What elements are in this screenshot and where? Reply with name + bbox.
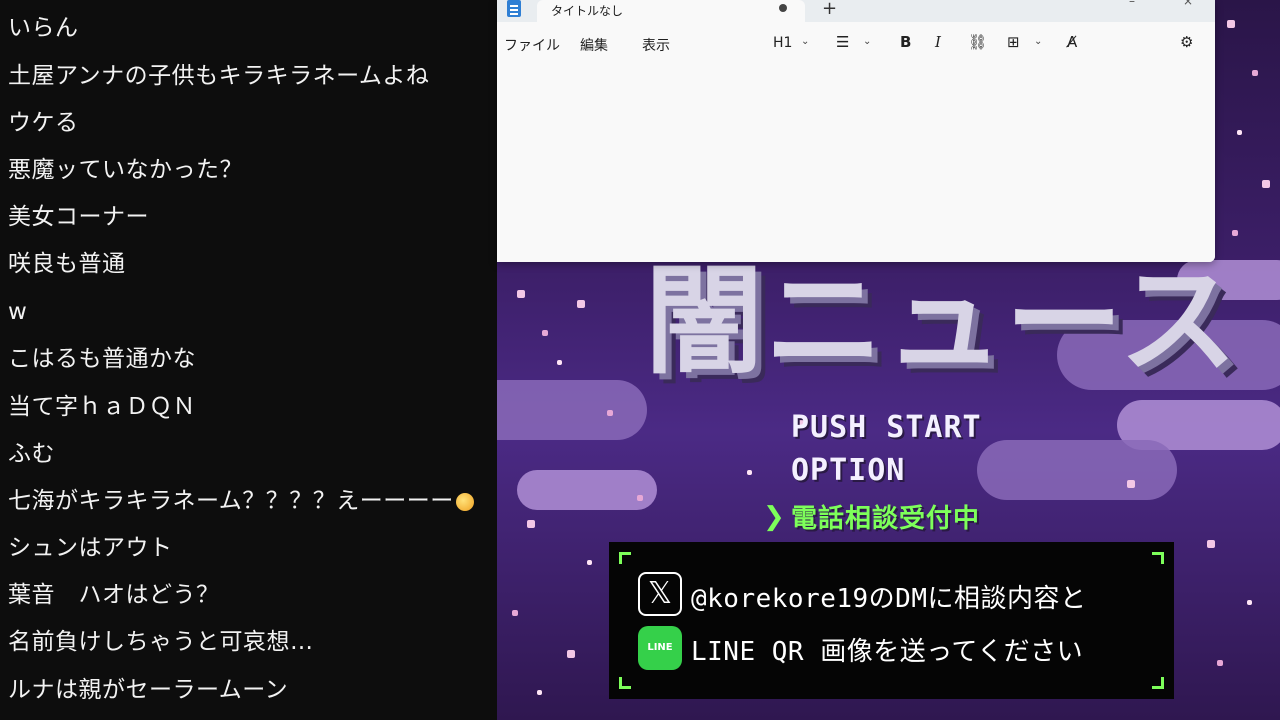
contact-info-box: 𝕏 @korekore19のDMに相談内容と LINE LINE QR 画像を送… (609, 542, 1174, 699)
blossom (607, 410, 613, 416)
text-editor-area[interactable] (497, 62, 1215, 262)
menu-phone-consultation[interactable]: 電話相談受付中 (791, 498, 980, 535)
notepad-window: タイトルなし + – × ファイル 編集 表示 H1 ⌄ ☰ ⌄ B I ⛓ ⊞… (497, 0, 1215, 262)
chat-message-text: 七海がキラキラネーム？？？？えーーーー (8, 488, 454, 514)
blossom (1262, 180, 1270, 188)
menu-option[interactable]: OPTION (791, 453, 905, 488)
blossom (512, 610, 518, 616)
cloud (517, 470, 657, 510)
link-icon[interactable]: ⛓ (968, 33, 987, 51)
blossom (517, 290, 525, 298)
game-title-logo: 闇ニュース (645, 252, 1240, 390)
chat-message: 咲良も普通 (8, 251, 126, 277)
menu-bar: ファイル 編集 表示 H1 ⌄ ☰ ⌄ B I ⛓ ⊞ ⌄ A̸ ⚙ (497, 28, 1215, 60)
chat-message: ルナは親がセーラームーン (8, 677, 289, 703)
chat-message: 土屋アンナの子供もキラキラネームよね (8, 63, 430, 89)
frame-corner (1152, 552, 1164, 564)
chat-message: 悪魔ッていなかった？ (8, 157, 243, 183)
minimize-button[interactable]: – (1129, 0, 1135, 8)
menu-push-start[interactable]: PUSH START (791, 410, 982, 445)
tab-untitled[interactable]: タイトルなし (537, 0, 805, 22)
heading-dropdown[interactable]: H1 (773, 35, 792, 51)
blossom (542, 330, 548, 336)
chat-message: シュンはアウト (8, 535, 173, 561)
blossom (557, 360, 562, 365)
chat-message: w (8, 299, 28, 325)
blossom (1217, 660, 1223, 666)
blossom (587, 560, 592, 565)
blossom (1207, 540, 1215, 548)
blossom (527, 520, 535, 528)
list-icon[interactable]: ☰ (836, 33, 849, 51)
x-logo-icon: 𝕏 (638, 572, 682, 616)
clear-format-icon[interactable]: A̸ (1067, 33, 1077, 51)
settings-gear-icon[interactable]: ⚙ (1180, 33, 1193, 51)
frame-corner (619, 552, 631, 564)
chat-message: 名前負けしちゃうと可哀想… (8, 629, 314, 655)
tab-title: タイトルなし (551, 4, 624, 18)
contact-line-x: @korekore19のDMに相談内容と (691, 584, 1087, 614)
chat-message: ウケる (8, 110, 79, 136)
selection-chevron-icon: ❯ (763, 502, 785, 532)
italic-button[interactable]: I (935, 33, 941, 51)
chat-message: 当て字ｈａＤＱＮ (8, 394, 196, 420)
blossom (1252, 70, 1258, 76)
blossom (1232, 230, 1238, 236)
cloud (497, 380, 647, 440)
blossom (747, 470, 752, 475)
unsaved-dot-icon[interactable] (779, 4, 787, 12)
close-button[interactable]: × (1183, 0, 1193, 8)
chat-message: いらん (8, 15, 79, 41)
frame-corner (1152, 677, 1164, 689)
tab-bar: タイトルなし + – × (497, 0, 1215, 22)
menu-file[interactable]: ファイル (504, 35, 560, 55)
line-app-icon: LINE (638, 626, 682, 670)
chat-message: 葉音 ハオはどう？ (8, 582, 220, 608)
list-chevron-down-icon[interactable]: ⌄ (863, 36, 871, 47)
blossom (637, 495, 643, 501)
blossom (577, 300, 585, 308)
heading-chevron-down-icon[interactable]: ⌄ (801, 36, 809, 47)
chat-message: ふむ (8, 441, 55, 467)
shocked-face-emoji-icon (455, 492, 474, 511)
blossom (1237, 130, 1242, 135)
contact-line-line: LINE QR 画像を送ってください (691, 637, 1084, 667)
chat-message-with-emoji: 七海がキラキラネーム？？？？えーーーー (8, 483, 474, 519)
blossom (567, 650, 575, 658)
table-chevron-down-icon[interactable]: ⌄ (1034, 36, 1042, 47)
menu-edit[interactable]: 編集 (580, 35, 608, 55)
blossom (1127, 480, 1135, 488)
chat-message: こはるも普通かな (8, 346, 196, 372)
bold-button[interactable]: B (900, 33, 911, 51)
blossom (1227, 20, 1235, 28)
new-tab-button[interactable]: + (822, 0, 837, 19)
chat-panel: いらん 土屋アンナの子供もキラキラネームよね ウケる 悪魔ッていなかった？ 美女… (0, 0, 497, 720)
chat-message: 美女コーナー (8, 204, 149, 230)
frame-corner (619, 677, 631, 689)
menu-view[interactable]: 表示 (642, 35, 670, 55)
notepad-app-icon (507, 0, 521, 17)
table-icon[interactable]: ⊞ (1007, 33, 1020, 51)
cloud (977, 440, 1177, 500)
blossom (537, 690, 542, 695)
blossom (1247, 600, 1252, 605)
